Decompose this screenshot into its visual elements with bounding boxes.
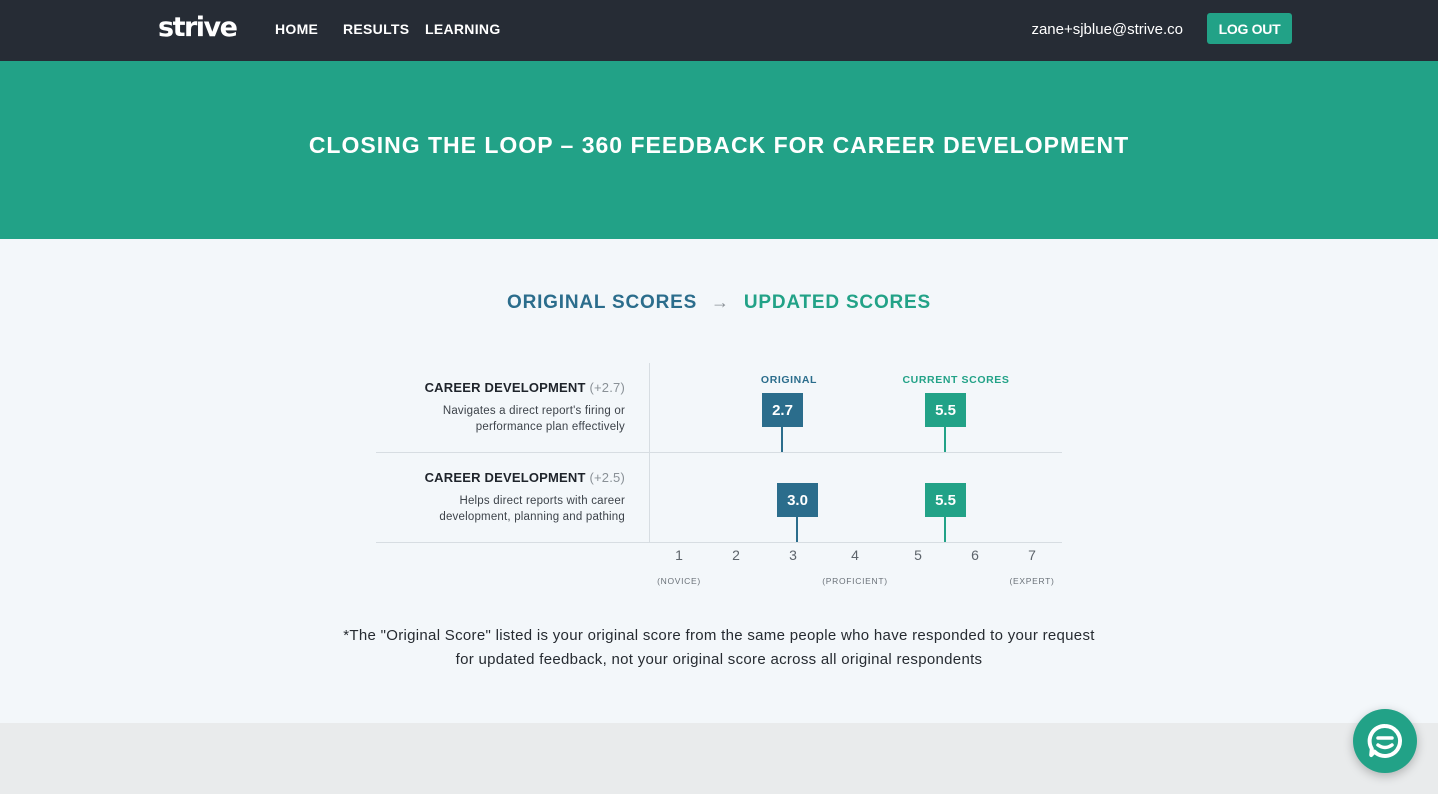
scale-tick: 3 [789, 547, 797, 563]
scores-header: ORIGINAL SCORES → UPDATED SCORES [0, 292, 1438, 314]
chat-button[interactable] [1353, 709, 1417, 773]
original-score-marker: 3.0 [777, 483, 818, 517]
current-score-stem [944, 427, 946, 452]
page-title: CLOSING THE LOOP – 360 FEEDBACK FOR CARE… [308, 132, 1130, 158]
original-score-stem [796, 517, 798, 542]
scale-tick: 4 [851, 547, 859, 563]
chart-axis-divider [649, 363, 650, 543]
scale-tick: 5 [914, 547, 922, 563]
scale-caption-proficient: (PROFICIENT) [822, 576, 888, 586]
updated-scores-label: UPDATED SCORES [743, 292, 932, 313]
skill-description: Helps direct reports with career develop… [439, 495, 625, 523]
scale-tick: 7 [1028, 547, 1036, 563]
arrow-right-icon: → [711, 292, 730, 312]
top-nav: strive HOME RESULTS LEARNING zane+sjblue… [0, 0, 1438, 61]
skill-name: CAREER DEVELOPMENT [424, 380, 586, 395]
skill-title: CAREER DEVELOPMENT (+2.5) [425, 470, 625, 485]
skill-description: Navigates a direct report's firing or pe… [442, 405, 625, 433]
current-score-stem [944, 517, 946, 542]
original-score-marker: 2.7 [762, 393, 803, 427]
logout-button[interactable]: LOG OUT [1207, 13, 1292, 44]
current-score-marker: 5.5 [925, 393, 966, 427]
nav-results[interactable]: RESULTS [343, 21, 409, 37]
skill-title: CAREER DEVELOPMENT (+2.7) [425, 380, 625, 395]
footnote: *The "Original Score" listed is your ori… [343, 627, 1095, 668]
scores-section: ORIGINAL SCORES → UPDATED SCORES ORIGINAL … [0, 239, 1438, 723]
scale-tick: 1 [675, 547, 683, 563]
current-score-marker: 5.5 [925, 483, 966, 517]
strive-logo[interactable]: strive [158, 12, 238, 43]
hero-banner: CLOSING THE LOOP – 360 FEEDBACK FOR CARE… [0, 61, 1438, 239]
user-email: zane+sjblue@strive.co [1031, 21, 1183, 38]
scale-caption-expert: (EXPERT) [1009, 576, 1055, 586]
current-column-label: CURRENT SCORES [902, 374, 1010, 386]
nav-home[interactable]: HOME [275, 21, 318, 37]
chat-bubble-icon [1367, 723, 1402, 758]
scale-tick: 6 [971, 547, 979, 563]
skill-delta: (+2.7) [589, 380, 625, 395]
original-column-label: ORIGINAL [760, 374, 818, 386]
row-divider [376, 452, 1062, 453]
skill-delta: (+2.5) [589, 470, 625, 485]
original-scores-label: ORIGINAL SCORES [506, 292, 698, 313]
original-score-stem [781, 427, 783, 452]
scale-tick: 2 [732, 547, 740, 563]
skill-name: CAREER DEVELOPMENT [424, 470, 586, 485]
chart-baseline [376, 542, 1062, 543]
footer-area [0, 723, 1438, 794]
scale-caption-novice: (NOVICE) [657, 576, 701, 586]
nav-learning[interactable]: LEARNING [425, 21, 501, 37]
